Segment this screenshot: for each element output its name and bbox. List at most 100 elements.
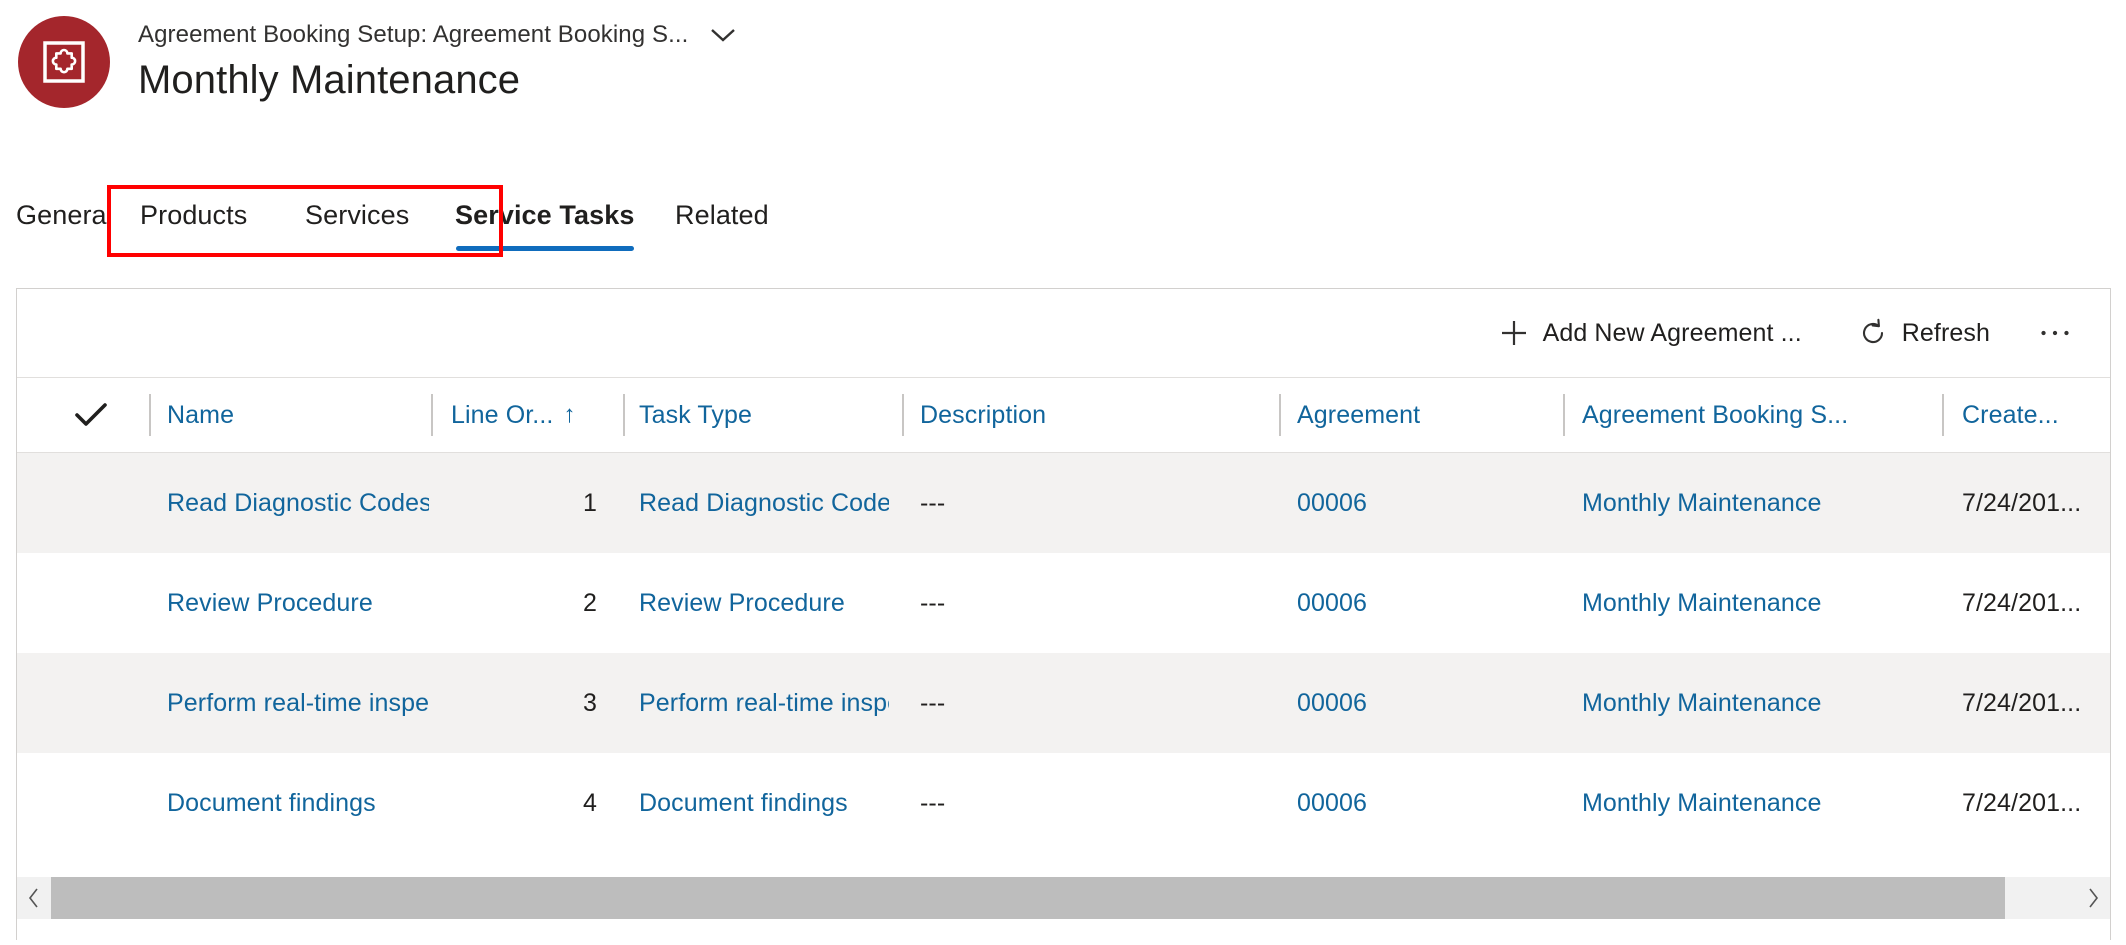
tab-general[interactable]: General — [16, 178, 113, 264]
puzzle-square-icon — [42, 40, 86, 84]
avatar — [18, 16, 110, 108]
tab-related[interactable]: Related — [675, 178, 769, 264]
cell-task-type[interactable]: Perform real-time inspection — [639, 653, 889, 753]
column-header-line-order[interactable]: Line Or... ↑ — [451, 378, 575, 452]
cell-booking-setup-link[interactable]: Monthly Maintenance — [1582, 689, 1822, 718]
cell-booking-setup[interactable]: Monthly Maintenance — [1582, 453, 1932, 553]
entity-breadcrumb-line: Agreement Booking Setup: Agreement Booki… — [138, 18, 740, 52]
cell-line-order-value: 2 — [582, 588, 597, 617]
table-row[interactable]: Document findings 4 Document findings --… — [17, 753, 2110, 853]
column-divider[interactable] — [902, 394, 904, 436]
refresh-icon — [1858, 318, 1888, 348]
subgrid-command-bar: Add New Agreement ... Refresh — [17, 289, 2110, 377]
tab-services[interactable]: Services — [305, 178, 409, 264]
tab-strip: General Products Services Service Tasks … — [0, 178, 2126, 278]
column-header-name[interactable]: Name — [167, 378, 234, 452]
record-header: Agreement Booking Setup: Agreement Booki… — [0, 0, 2126, 160]
column-header-agreement[interactable]: Agreement — [1297, 378, 1420, 452]
cell-description: --- — [920, 553, 1275, 653]
cell-description-value: --- — [920, 688, 946, 717]
tab-label: Services — [305, 200, 410, 230]
cell-booking-setup[interactable]: Monthly Maintenance — [1582, 753, 1932, 853]
add-new-agreement-label: Add New Agreement ... — [1542, 318, 1802, 347]
cell-created-on: 7/24/201... — [1962, 653, 2110, 753]
column-divider[interactable] — [1279, 394, 1281, 436]
page-title: Monthly Maintenance — [138, 58, 521, 102]
column-header-agreement-booking-setup[interactable]: Agreement Booking S... — [1582, 378, 1848, 452]
horizontal-scrollbar[interactable] — [17, 877, 2110, 919]
tab-products[interactable]: Products — [140, 178, 247, 264]
cell-task-type-link[interactable]: Read Diagnostic Codes — [639, 489, 889, 518]
cell-name[interactable]: Review Procedure — [167, 553, 429, 653]
cell-agreement[interactable]: 00006 — [1297, 653, 1562, 753]
cell-agreement-link[interactable]: 00006 — [1297, 589, 1367, 618]
cell-agreement[interactable]: 00006 — [1297, 553, 1562, 653]
cell-agreement-link[interactable]: 00006 — [1297, 489, 1367, 518]
cell-booking-setup-link[interactable]: Monthly Maintenance — [1582, 789, 1822, 818]
column-divider[interactable] — [1942, 394, 1944, 436]
refresh-button[interactable]: Refresh — [1844, 305, 2004, 361]
table-row[interactable]: Perform real-time inspection 3 Perform r… — [17, 653, 2110, 753]
cell-task-type-link[interactable]: Perform real-time inspection — [639, 689, 889, 718]
cell-name[interactable]: Read Diagnostic Codes — [167, 453, 429, 553]
cell-name[interactable]: Perform real-time inspection — [167, 653, 429, 753]
cell-created-on: 7/24/201... — [1962, 453, 2110, 553]
more-commands-button[interactable] — [2022, 305, 2088, 361]
column-header-label: Agreement — [1297, 400, 1421, 429]
tab-label: Related — [675, 200, 769, 230]
select-all-checkbox[interactable] — [61, 378, 121, 452]
cell-line-order-value: 1 — [582, 488, 597, 517]
cell-name-link[interactable]: Review Procedure — [167, 589, 373, 618]
column-header-label: Line Or... — [451, 400, 554, 429]
cell-agreement[interactable]: 00006 — [1297, 753, 1562, 853]
table-row[interactable]: Read Diagnostic Codes 1 Read Diagnostic … — [17, 453, 2110, 553]
cell-booking-setup[interactable]: Monthly Maintenance — [1582, 653, 1932, 753]
refresh-label: Refresh — [1901, 318, 1990, 347]
column-header-label: Task Type — [639, 400, 752, 429]
column-divider[interactable] — [1563, 394, 1565, 436]
cell-line-order: 3 — [437, 653, 597, 753]
column-header-task-type[interactable]: Task Type — [639, 378, 752, 452]
cell-task-type-link[interactable]: Document findings — [639, 789, 848, 818]
grid-body: Read Diagnostic Codes 1 Read Diagnostic … — [17, 453, 2110, 867]
cell-name-link[interactable]: Read Diagnostic Codes — [167, 489, 429, 518]
chevron-left-icon[interactable] — [17, 877, 51, 919]
cell-name-link[interactable]: Document findings — [167, 789, 376, 818]
tab-underline-active — [455, 246, 634, 251]
cell-agreement[interactable]: 00006 — [1297, 453, 1562, 553]
cell-task-type[interactable]: Document findings — [639, 753, 889, 853]
scrollbar-thumb[interactable] — [51, 877, 2006, 919]
cell-task-type-link[interactable]: Review Procedure — [639, 589, 845, 618]
header-text-block: Agreement Booking Setup: Agreement Booki… — [138, 18, 740, 103]
cell-description: --- — [920, 653, 1275, 753]
chevron-down-icon[interactable] — [706, 18, 740, 52]
column-divider[interactable] — [431, 394, 433, 436]
column-header-created-on[interactable]: Create... — [1962, 378, 2059, 452]
cell-booking-setup-link[interactable]: Monthly Maintenance — [1582, 589, 1822, 618]
cell-name[interactable]: Document findings — [167, 753, 429, 853]
plus-icon — [1499, 318, 1529, 348]
cell-line-order-value: 4 — [582, 788, 597, 817]
cell-agreement-link[interactable]: 00006 — [1297, 689, 1367, 718]
scrollbar-track[interactable] — [51, 877, 2076, 919]
cell-created-on-value: 7/24/201... — [1962, 488, 2082, 517]
cell-name-link[interactable]: Perform real-time inspection — [167, 689, 429, 718]
cell-booking-setup-link[interactable]: Monthly Maintenance — [1582, 489, 1822, 518]
column-header-label: Name — [167, 400, 235, 429]
cell-created-on-value: 7/24/201... — [1962, 788, 2082, 817]
cell-task-type[interactable]: Read Diagnostic Codes — [639, 453, 889, 553]
column-header-description[interactable]: Description — [920, 378, 1046, 452]
cell-booking-setup[interactable]: Monthly Maintenance — [1582, 553, 1932, 653]
column-divider[interactable] — [623, 394, 625, 436]
tab-service-tasks[interactable]: Service Tasks — [455, 178, 634, 264]
chevron-right-icon[interactable] — [2076, 877, 2110, 919]
add-new-agreement-button[interactable]: Add New Agreement ... — [1485, 305, 1816, 361]
cell-agreement-link[interactable]: 00006 — [1297, 789, 1367, 818]
more-horizontal-icon — [2040, 318, 2070, 348]
cell-created-on-value: 7/24/201... — [1962, 688, 2082, 717]
cell-task-type[interactable]: Review Procedure — [639, 553, 889, 653]
table-row[interactable]: Review Procedure 2 Review Procedure --- … — [17, 553, 2110, 653]
cell-created-on-value: 7/24/201... — [1962, 588, 2082, 617]
column-header-label: Create... — [1962, 400, 2059, 429]
column-divider[interactable] — [149, 394, 151, 436]
